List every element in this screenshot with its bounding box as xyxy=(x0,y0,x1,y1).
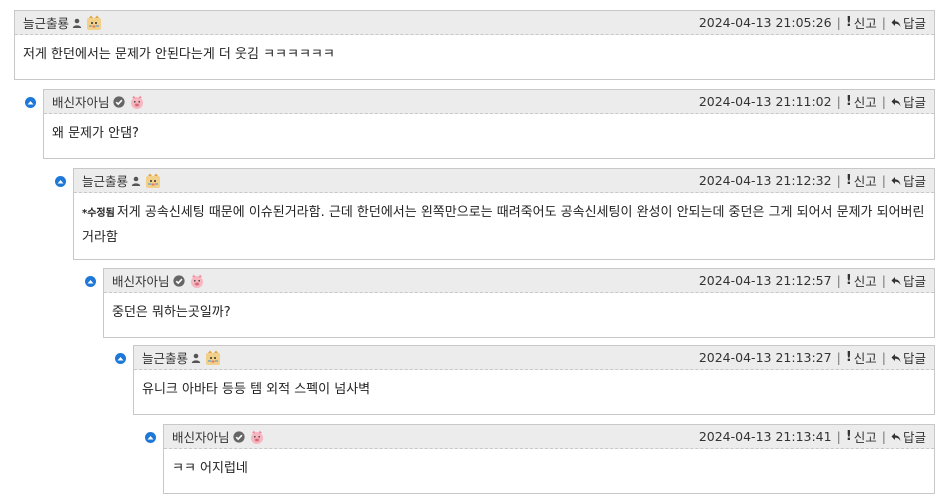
comment-header: 늘근출룡 2024-04-13 21:05:26 | ! 신고 | 답글 xyxy=(15,11,934,35)
report-button[interactable]: ! 신고 xyxy=(846,271,877,290)
comment: 늘근출룡 2024-04-13 21:12:32 | ! 신고 | 답글 *수정됨… xyxy=(73,168,935,260)
reply-button[interactable]: 답글 xyxy=(891,271,926,290)
comment-body: 중던은 뭐하는곳일까? xyxy=(104,293,934,337)
comment-date: 2024-04-13 21:12:57 xyxy=(698,273,832,288)
comment: 배신자아님 2024-04-13 21:13:41 | ! 신고 | 답글 ㅋㅋ … xyxy=(163,424,935,494)
reply-button[interactable]: 답글 xyxy=(891,348,926,367)
divider: | xyxy=(836,273,841,288)
divider: | xyxy=(881,429,886,444)
report-button[interactable]: ! 신고 xyxy=(846,171,877,190)
edited-tag: *수정됨 xyxy=(82,208,115,219)
comment-date: 2024-04-13 21:13:41 xyxy=(698,429,832,444)
author-name[interactable]: 배신자아님 xyxy=(172,427,230,446)
tiger-avatar-icon xyxy=(205,350,221,366)
exclamation-icon: ! xyxy=(845,15,852,30)
comment-header: 늘근출룡 2024-04-13 21:13:27 | ! 신고 | 답글 xyxy=(134,346,934,370)
reply-arrow-icon xyxy=(891,353,901,363)
comment-header: 배신자아님 2024-04-13 21:13:41 | ! 신고 | 답글 xyxy=(164,425,934,449)
author-name[interactable]: 늘근출룡 xyxy=(82,171,128,190)
reply-button[interactable]: 답글 xyxy=(891,171,926,190)
comment-date: 2024-04-13 21:13:27 xyxy=(698,350,832,365)
reply-arrow-icon xyxy=(891,97,901,107)
report-button[interactable]: ! 신고 xyxy=(846,13,877,32)
comment-text: ㅋㅋ 어지럽네 xyxy=(172,461,248,476)
person-icon xyxy=(72,18,82,28)
collapse-toggle-icon[interactable] xyxy=(145,432,156,443)
exclamation-icon: ! xyxy=(845,273,852,288)
comment: 배신자아님 2024-04-13 21:12:57 | ! 신고 | 답글 중던은… xyxy=(103,268,935,338)
author-name[interactable]: 배신자아님 xyxy=(112,271,170,290)
reply-button[interactable]: 답글 xyxy=(891,427,926,446)
divider: | xyxy=(836,15,841,30)
person-icon xyxy=(191,353,201,363)
comment-header: 배신자아님 2024-04-13 21:12:57 | ! 신고 | 답글 xyxy=(104,269,934,293)
exclamation-icon: ! xyxy=(845,94,852,109)
comment-header: 늘근출룡 2024-04-13 21:12:32 | ! 신고 | 답글 xyxy=(74,169,934,193)
comment-header: 배신자아님 2024-04-13 21:11:02 | ! 신고 | 답글 xyxy=(44,90,934,114)
exclamation-icon: ! xyxy=(845,173,852,188)
divider: | xyxy=(836,429,841,444)
divider: | xyxy=(881,273,886,288)
tiger-avatar-icon xyxy=(145,173,161,189)
verified-check-icon xyxy=(113,96,125,108)
report-button[interactable]: ! 신고 xyxy=(846,427,877,446)
divider: | xyxy=(836,173,841,188)
exclamation-icon: ! xyxy=(845,350,852,365)
pig-avatar-icon xyxy=(129,94,145,110)
comment: 늘근출룡 2024-04-13 21:05:26 | ! 신고 | 답글 저게 한… xyxy=(14,10,935,80)
reply-button[interactable]: 답글 xyxy=(891,13,926,32)
comment-body: 유니크 아바타 등등 템 외적 스펙이 넘사벽 xyxy=(134,370,934,414)
pig-avatar-icon xyxy=(249,429,265,445)
divider: | xyxy=(836,350,841,365)
report-button[interactable]: ! 신고 xyxy=(846,92,877,111)
reply-arrow-icon xyxy=(891,276,901,286)
person-icon xyxy=(131,176,141,186)
comment-date: 2024-04-13 21:12:32 xyxy=(698,173,832,188)
pig-avatar-icon xyxy=(189,273,205,289)
collapse-toggle-icon[interactable] xyxy=(115,353,126,364)
divider: | xyxy=(881,94,886,109)
exclamation-icon: ! xyxy=(845,429,852,444)
divider: | xyxy=(881,15,886,30)
author-name[interactable]: 늘근출룡 xyxy=(23,13,69,32)
reply-arrow-icon xyxy=(891,176,901,186)
collapse-toggle-icon[interactable] xyxy=(85,276,96,287)
comment-body: *수정됨 저게 공속신세팅 때문에 이슈된거라함. 근데 한던에서는 왼쪽만으로는… xyxy=(74,193,934,259)
comment-text: 중던은 뭐하는곳일까? xyxy=(112,305,231,320)
divider: | xyxy=(881,173,886,188)
divider: | xyxy=(836,94,841,109)
comment-body: 저게 한던에서는 문제가 안된다는게 더 웃김 ㅋㅋㅋㅋㅋㅋ xyxy=(15,35,934,79)
divider: | xyxy=(881,350,886,365)
author-name[interactable]: 늘근출룡 xyxy=(142,348,188,367)
comment-text: 유니크 아바타 등등 템 외적 스펙이 넘사벽 xyxy=(142,382,371,397)
comment-date: 2024-04-13 21:05:26 xyxy=(698,15,832,30)
reply-arrow-icon xyxy=(891,432,901,442)
comment: 배신자아님 2024-04-13 21:11:02 | ! 신고 | 답글 왜 문… xyxy=(43,89,935,159)
comment-text: 저게 한던에서는 문제가 안된다는게 더 웃김 ㅋㅋㅋㅋㅋㅋ xyxy=(23,47,335,62)
comment-body: 왜 문제가 안댐? xyxy=(44,114,934,158)
comment-body: ㅋㅋ 어지럽네 xyxy=(164,449,934,493)
reply-arrow-icon xyxy=(891,18,901,28)
comment-text: 저게 공속신세팅 때문에 이슈된거라함. 근데 한던에서는 왼쪽만으로는 때려죽… xyxy=(82,205,925,245)
verified-check-icon xyxy=(173,275,185,287)
author-name[interactable]: 배신자아님 xyxy=(52,92,110,111)
comment: 늘근출룡 2024-04-13 21:13:27 | ! 신고 | 답글 유니크 … xyxy=(133,345,935,415)
collapse-toggle-icon[interactable] xyxy=(55,176,66,187)
tiger-avatar-icon xyxy=(86,15,102,31)
comment-date: 2024-04-13 21:11:02 xyxy=(698,94,832,109)
comment-text: 왜 문제가 안댐? xyxy=(52,126,139,141)
collapse-toggle-icon[interactable] xyxy=(25,97,36,108)
reply-button[interactable]: 답글 xyxy=(891,92,926,111)
verified-check-icon xyxy=(233,431,245,443)
report-button[interactable]: ! 신고 xyxy=(846,348,877,367)
